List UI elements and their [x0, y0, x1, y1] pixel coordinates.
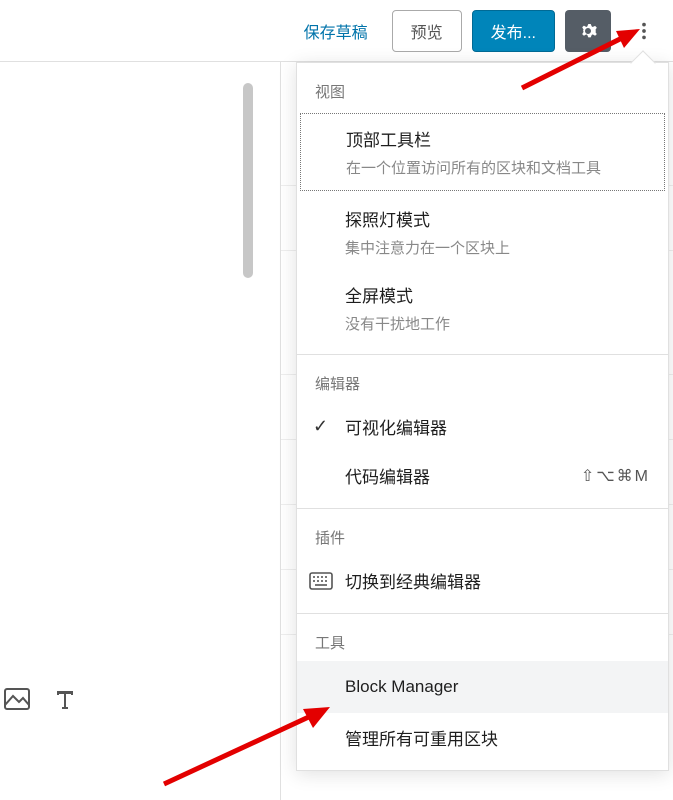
- menu-section-tools: 工具 Block Manager 管理所有可重用区块: [297, 613, 668, 770]
- menu-item-desc: 集中注意力在一个区块上: [345, 237, 510, 258]
- keyboard-shortcut: ⇧⌥⌘M: [581, 466, 650, 486]
- editor-toolbar: 保存草稿 预览 发布...: [0, 0, 673, 62]
- block-inserter-icons: [0, 684, 80, 714]
- scrollbar-thumb[interactable]: [243, 83, 253, 278]
- text-block-icon[interactable]: [50, 684, 80, 714]
- preview-button[interactable]: 预览: [392, 10, 462, 52]
- more-menu-button[interactable]: [621, 10, 667, 52]
- menu-item-top-toolbar[interactable]: 顶部工具栏 在一个位置访问所有的区块和文档工具: [300, 113, 665, 191]
- section-label-plugins: 插件: [297, 509, 668, 556]
- menu-item-spotlight[interactable]: 探照灯模式 集中注意力在一个区块上: [297, 194, 668, 270]
- check-icon: ✓: [313, 416, 328, 437]
- menu-item-title: Block Manager: [345, 677, 458, 697]
- menu-item-title: 探照灯模式: [345, 206, 510, 231]
- menu-item-title: 全屏模式: [345, 282, 450, 307]
- save-draft-link[interactable]: 保存草稿: [290, 11, 382, 51]
- section-label-view: 视图: [297, 63, 668, 110]
- settings-button[interactable]: [565, 10, 611, 52]
- menu-item-title: 代码编辑器: [345, 463, 430, 488]
- publish-button[interactable]: 发布...: [472, 10, 555, 52]
- menu-item-manage-reusable[interactable]: 管理所有可重用区块: [297, 713, 668, 762]
- menu-item-title: 切换到经典编辑器: [345, 568, 481, 593]
- menu-item-title: 顶部工具栏: [346, 126, 601, 151]
- menu-item-title: 可视化编辑器: [345, 414, 447, 439]
- menu-item-code-editor[interactable]: 代码编辑器 ⇧⌥⌘M: [297, 451, 668, 500]
- menu-item-title: 管理所有可重用区块: [345, 725, 498, 750]
- image-block-icon[interactable]: [2, 684, 32, 714]
- more-options-menu: 视图 顶部工具栏 在一个位置访问所有的区块和文档工具 探照灯模式 集中注意力在一…: [296, 62, 669, 771]
- section-label-editor: 编辑器: [297, 355, 668, 402]
- section-label-tools: 工具: [297, 614, 668, 661]
- menu-item-desc: 没有干扰地工作: [345, 313, 450, 334]
- menu-section-plugins: 插件 切换到经典编辑器: [297, 508, 668, 613]
- menu-section-view: 视图 顶部工具栏 在一个位置访问所有的区块和文档工具 探照灯模式 集中注意力在一…: [297, 63, 668, 354]
- more-vertical-icon: [633, 20, 655, 42]
- menu-item-visual-editor[interactable]: ✓ 可视化编辑器: [297, 402, 668, 451]
- menu-section-editor: 编辑器 ✓ 可视化编辑器 代码编辑器 ⇧⌥⌘M: [297, 354, 668, 508]
- menu-item-classic-editor[interactable]: 切换到经典编辑器: [297, 556, 668, 605]
- gear-icon: [576, 19, 600, 43]
- menu-item-block-manager[interactable]: Block Manager: [297, 661, 668, 713]
- keyboard-icon: [309, 572, 333, 590]
- menu-item-desc: 在一个位置访问所有的区块和文档工具: [346, 157, 601, 178]
- menu-item-fullscreen[interactable]: 全屏模式 没有干扰地工作: [297, 270, 668, 346]
